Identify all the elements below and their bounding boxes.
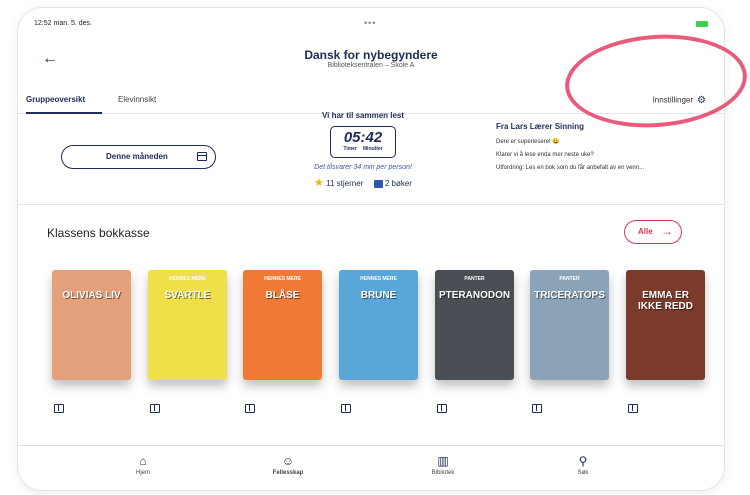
reading-stats: Vi har til sammen lest 05:42 Timer Minutt… bbox=[283, 111, 443, 189]
timer-minutes-label: Minutter bbox=[362, 146, 383, 152]
book-cover[interactable]: HENNES MERE SVARTLE bbox=[148, 270, 227, 380]
show-all-label: Alle bbox=[638, 227, 653, 236]
average-text: Det tilsvarer 34 min per person! bbox=[314, 164, 412, 171]
shelf-title: Klassens bokkasse bbox=[47, 226, 150, 240]
search-icon: ⚲ bbox=[578, 454, 588, 468]
message-line: Klarer vi å lese enda mer neste uke? bbox=[496, 152, 594, 158]
book-cover[interactable]: EMMA ER IKKE REDD bbox=[626, 270, 705, 380]
nav-home[interactable]: ⌂ Hjem bbox=[113, 454, 173, 476]
stats-title: Vi har til sammen lest bbox=[321, 111, 405, 120]
nav-fellesskap[interactable]: ☺ Fellesskap bbox=[258, 454, 318, 476]
open-book-icon[interactable] bbox=[437, 404, 447, 413]
reward-counts: ★ 11 stjerner 2 bøker bbox=[283, 176, 443, 189]
bottom-nav: ⌂ Hjem ☺ Fellesskap ▥ Bibliotek ⚲ Søk bbox=[18, 445, 724, 490]
period-select-button[interactable]: Denne måneden bbox=[61, 145, 216, 169]
open-book-icon[interactable] bbox=[54, 404, 64, 413]
library-icon: ▥ bbox=[437, 454, 449, 468]
book-cover[interactable]: PANTER TRICERATOPS bbox=[530, 270, 609, 380]
book-cover[interactable]: HENNES MERE BLÅSE bbox=[243, 270, 322, 380]
timer-hours-label: Timer bbox=[343, 146, 357, 152]
nav-sok[interactable]: ⚲ Søk bbox=[553, 454, 613, 476]
stars-count: 11 stjerner bbox=[326, 179, 364, 188]
star-icon: ★ bbox=[314, 177, 324, 189]
home-icon: ⌂ bbox=[139, 454, 147, 468]
timer-value: 05:42 bbox=[343, 129, 383, 146]
battery-icon bbox=[696, 19, 708, 28]
book-cover[interactable]: PANTER PTERANODON bbox=[435, 270, 514, 380]
open-book-icon[interactable] bbox=[341, 404, 351, 413]
show-all-button[interactable]: Alle → bbox=[624, 220, 682, 244]
reading-timer: 05:42 Timer Minutter bbox=[330, 126, 396, 158]
message-line: Utfordring: Les en bok som du får anbefa… bbox=[496, 165, 645, 171]
book-cover[interactable]: OLIVIAS LIV bbox=[52, 270, 131, 380]
status-dots: ••• bbox=[364, 18, 377, 28]
nav-bibliotek[interactable]: ▥ Bibliotek bbox=[413, 454, 473, 476]
open-book-icon[interactable] bbox=[532, 404, 542, 413]
period-label: Denne måneden bbox=[106, 152, 168, 161]
tab-elevinnsikt[interactable]: Elevinnsikt bbox=[118, 95, 156, 104]
message-line: Dere er superlesere! 😀 bbox=[496, 139, 560, 145]
arrow-right-icon: → bbox=[661, 224, 673, 238]
active-tab-indicator bbox=[26, 112, 102, 114]
open-book-icon[interactable] bbox=[245, 404, 255, 413]
books-count: 2 bøker bbox=[384, 179, 412, 188]
book-icon bbox=[373, 179, 383, 188]
teacher-message: Fra Lars Lærer Sinning Dere er superlese… bbox=[496, 122, 691, 177]
status-bar: 12:52 man. 5. des. ••• bbox=[34, 17, 708, 29]
book-shelf: OLIVIAS LIV HENNES MERE SVARTLE HENNES ME… bbox=[52, 270, 724, 420]
status-time: 12:52 man. 5. des. bbox=[34, 20, 93, 27]
book-cover[interactable]: HENNES MERE BRUNE bbox=[339, 270, 418, 380]
tab-gruppeoversikt[interactable]: Gruppeoversikt bbox=[26, 95, 85, 104]
community-icon: ☺ bbox=[281, 454, 295, 468]
open-book-icon[interactable] bbox=[150, 404, 160, 413]
section-divider bbox=[18, 204, 724, 205]
calendar-icon bbox=[197, 152, 207, 161]
open-book-icon[interactable] bbox=[628, 404, 638, 413]
